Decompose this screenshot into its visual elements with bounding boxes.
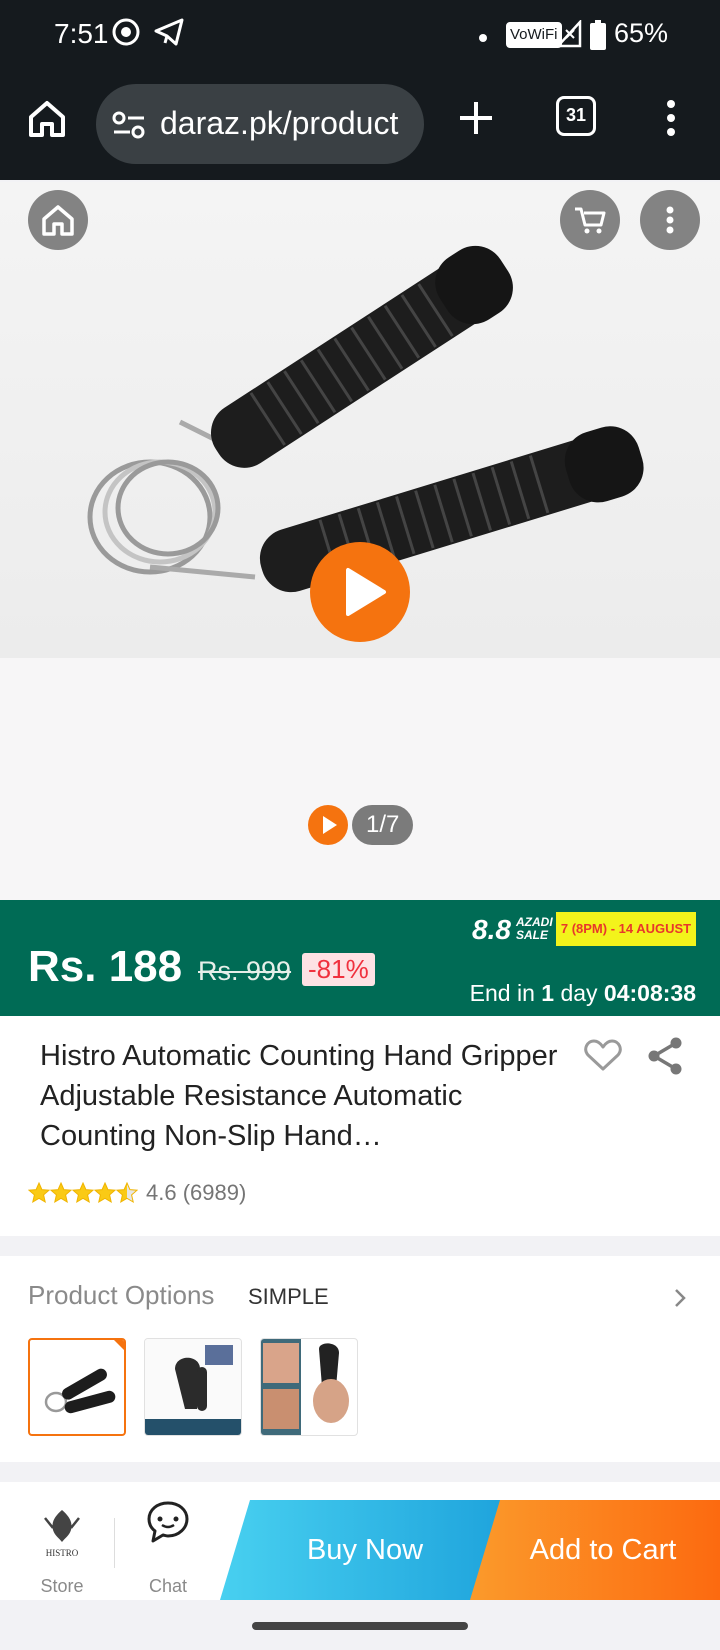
wishlist-heart-icon[interactable] bbox=[584, 1038, 622, 1077]
product-title: Histro Automatic Counting Hand Gripper A… bbox=[40, 1040, 558, 1152]
rating-stars bbox=[28, 1182, 138, 1204]
play-icon bbox=[346, 568, 386, 616]
battery-percent: 65% bbox=[614, 18, 669, 48]
battery-icon bbox=[590, 20, 606, 55]
browser-toolbar: daraz.pk/product 31 bbox=[0, 72, 720, 180]
add-to-cart-button[interactable]: Add to Cart bbox=[470, 1500, 720, 1600]
option-thumbnail[interactable] bbox=[28, 1338, 126, 1436]
store-label: Store bbox=[40, 1576, 84, 1596]
address-bar[interactable]: daraz.pk/product bbox=[96, 84, 424, 164]
gallery-counter[interactable]: 1/7 bbox=[308, 805, 414, 845]
store-brand: HISTRO bbox=[45, 1548, 79, 1558]
sale-dates: 7 (8PM) - 14 AUGUST bbox=[556, 912, 696, 946]
product-image[interactable] bbox=[0, 182, 720, 658]
product-options-label: Product Options bbox=[28, 1280, 215, 1310]
store-button[interactable]: HISTRO Store bbox=[20, 1482, 104, 1600]
target-icon bbox=[112, 18, 140, 51]
page-home-button[interactable] bbox=[28, 190, 88, 250]
more-vertical-icon bbox=[666, 206, 674, 234]
system-nav-bar bbox=[0, 1600, 720, 1650]
product-info-card: Histro Automatic Counting Hand Gripper A… bbox=[0, 1016, 720, 1236]
gripper-thumbnail-icon bbox=[44, 1340, 124, 1414]
hand-usage-thumbnail-icon bbox=[261, 1339, 349, 1435]
vowifi-badge: VoWiFi bbox=[506, 22, 562, 48]
new-tab-icon[interactable] bbox=[456, 98, 496, 143]
sale-subtitle: AZADI SALE bbox=[516, 915, 553, 942]
telegram-icon bbox=[154, 18, 184, 51]
browser-menu-icon[interactable] bbox=[662, 98, 680, 143]
product-rating[interactable]: 4.6 (6989) bbox=[28, 1180, 246, 1206]
cart-icon bbox=[575, 207, 606, 234]
share-icon[interactable] bbox=[646, 1036, 684, 1081]
gesture-handle[interactable] bbox=[252, 1622, 468, 1630]
status-bar: 7:51 VoWiFi 65% bbox=[0, 0, 720, 72]
chat-button[interactable]: Chat bbox=[128, 1482, 208, 1600]
star-icon bbox=[28, 1182, 50, 1204]
site-settings-icon[interactable] bbox=[112, 110, 146, 145]
current-price: Rs. 188 bbox=[28, 942, 183, 991]
buy-now-button[interactable]: Buy Now bbox=[220, 1500, 510, 1600]
status-time: 7:51 bbox=[54, 18, 109, 49]
page: 7:51 VoWiFi 65% daraz.pk/product 31 1/7 … bbox=[0, 0, 720, 1650]
rating-value: 4.6 (6989) bbox=[146, 1180, 247, 1205]
product-gallery[interactable]: 1/7 bbox=[0, 182, 720, 900]
option-thumbnail[interactable] bbox=[260, 1338, 358, 1436]
more-options-button[interactable] bbox=[640, 190, 700, 250]
price-bar: Rs. 188 Rs. 999 -81% 8.8 AZADI SALE 7 (8… bbox=[0, 900, 720, 1016]
product-option-value: SIMPLE bbox=[248, 1284, 329, 1309]
home-icon bbox=[42, 205, 74, 236]
sale-countdown: End in 1 day 04:08:38 bbox=[469, 980, 696, 1006]
cart-button[interactable] bbox=[560, 190, 620, 250]
star-icon bbox=[94, 1182, 116, 1204]
url-text: daraz.pk/product bbox=[160, 105, 399, 141]
browser-home-icon[interactable] bbox=[26, 98, 68, 145]
original-price: Rs. 999 bbox=[198, 956, 292, 986]
video-indicator-icon bbox=[308, 805, 348, 845]
play-video-button[interactable] bbox=[310, 542, 410, 642]
star-icon bbox=[116, 1182, 138, 1204]
sale-logo: 8.8 bbox=[472, 914, 511, 945]
chat-label: Chat bbox=[148, 1576, 188, 1596]
signal-icon bbox=[555, 18, 582, 53]
star-icon bbox=[72, 1182, 94, 1204]
star-icon bbox=[50, 1182, 72, 1204]
product-options-card[interactable]: Product Options SIMPLE bbox=[0, 1256, 720, 1462]
counter-gripper-thumbnail-icon bbox=[145, 1339, 241, 1435]
chat-icon bbox=[147, 1501, 189, 1543]
dot-icon bbox=[478, 30, 488, 48]
chevron-right-icon[interactable] bbox=[670, 1286, 690, 1315]
discount-badge: -81% bbox=[302, 953, 375, 986]
option-thumbnail[interactable] bbox=[144, 1338, 242, 1436]
tab-switcher-button[interactable]: 31 bbox=[556, 96, 596, 136]
image-counter: 1/7 bbox=[352, 805, 414, 845]
bottom-action-bar: HISTRO Store Chat Buy Now Add to Cart bbox=[0, 1482, 720, 1600]
divider bbox=[114, 1518, 115, 1568]
